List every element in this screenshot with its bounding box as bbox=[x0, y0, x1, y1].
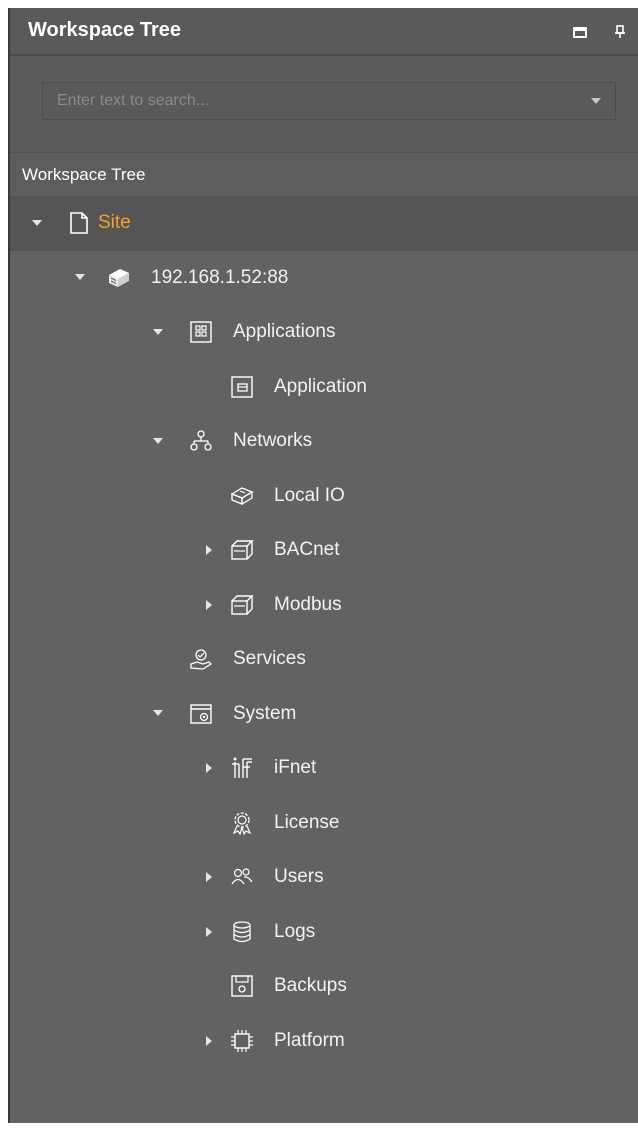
caret-down-icon bbox=[590, 97, 602, 105]
search-area bbox=[10, 56, 638, 152]
tree-node-label: Services bbox=[233, 648, 306, 669]
caret-collapsed-icon[interactable] bbox=[202, 1014, 216, 1069]
network-icon bbox=[188, 428, 214, 454]
device-icon bbox=[106, 265, 132, 291]
search-dropdown-button[interactable] bbox=[581, 83, 611, 119]
tree-node-label: Backups bbox=[274, 975, 347, 996]
tree-node-applications[interactable]: Applications bbox=[10, 305, 638, 360]
workspace-tree-panel: Workspace Tree Workspace Tree bbox=[8, 8, 638, 1123]
tree-node-modbus[interactable]: Modbus bbox=[10, 578, 638, 633]
tree-node-label: Application bbox=[274, 375, 367, 397]
caret-expanded-icon[interactable] bbox=[151, 305, 165, 360]
tree-node-backups[interactable]: Backups bbox=[10, 959, 638, 1014]
tree-node-label: Applications bbox=[233, 321, 336, 342]
caret-collapsed-icon[interactable] bbox=[202, 523, 216, 578]
caret-expanded-icon[interactable] bbox=[151, 414, 165, 469]
tree-node-label: Networks bbox=[233, 430, 313, 451]
tree-node-users[interactable]: Users bbox=[10, 850, 638, 905]
page-icon bbox=[66, 210, 92, 236]
caret-expanded-icon[interactable] bbox=[151, 687, 165, 742]
tree-node-label: Site bbox=[98, 212, 131, 233]
tree-node-label: License bbox=[274, 811, 340, 833]
tree-section-header: Workspace Tree bbox=[10, 152, 638, 196]
tree-node-platform[interactable]: Platform bbox=[10, 1014, 638, 1069]
tree-node-application[interactable]: Application bbox=[10, 360, 638, 415]
tree-node-label: 192.168.1.52:88 bbox=[151, 266, 289, 288]
caret-expanded-icon[interactable] bbox=[30, 196, 44, 251]
caret-collapsed-icon[interactable] bbox=[202, 741, 216, 796]
tree-node-label: Platform bbox=[274, 1029, 345, 1051]
pin-icon bbox=[615, 25, 625, 39]
search-input[interactable] bbox=[43, 83, 573, 119]
tree-node-label: Modbus bbox=[274, 593, 342, 615]
database-icon bbox=[229, 919, 255, 945]
services-icon bbox=[188, 646, 214, 672]
protocol-icon bbox=[229, 592, 255, 618]
pin-button[interactable] bbox=[610, 22, 630, 42]
maximize-icon bbox=[573, 26, 587, 38]
tree-node-host[interactable]: 192.168.1.52:88 bbox=[10, 251, 638, 306]
caret-collapsed-icon[interactable] bbox=[202, 578, 216, 633]
license-icon bbox=[229, 810, 255, 836]
caret-collapsed-icon[interactable] bbox=[202, 905, 216, 960]
tree-node-ifnet[interactable]: iFnet bbox=[10, 741, 638, 796]
tree-node-label: Logs bbox=[274, 920, 316, 942]
tree-node-system[interactable]: System bbox=[10, 687, 638, 742]
tree-node-label: BACnet bbox=[274, 539, 340, 560]
tree-node-bacnet[interactable]: BACnet bbox=[10, 523, 638, 578]
system-icon bbox=[188, 701, 214, 727]
tree-node-license[interactable]: License bbox=[10, 796, 638, 851]
panel-titlebar: Workspace Tree bbox=[10, 8, 638, 56]
maximize-button[interactable] bbox=[570, 22, 590, 42]
local-io-icon bbox=[229, 483, 255, 509]
tree-node-site[interactable]: Site bbox=[10, 196, 638, 251]
protocol-icon bbox=[229, 537, 255, 563]
users-icon bbox=[229, 864, 255, 890]
tree-node-label: Local IO bbox=[274, 484, 345, 506]
caret-expanded-icon[interactable] bbox=[73, 251, 87, 306]
application-icon bbox=[229, 374, 255, 400]
tree-node-local-io[interactable]: Local IO bbox=[10, 469, 638, 524]
floppy-icon bbox=[229, 973, 255, 999]
tree-node-services[interactable]: Services bbox=[10, 632, 638, 687]
tree-node-logs[interactable]: Logs bbox=[10, 905, 638, 960]
panel-title: Workspace Tree bbox=[28, 19, 182, 41]
tree-node-label: iFnet bbox=[274, 757, 317, 778]
tree-node-label: System bbox=[233, 702, 297, 724]
workspace-tree: Site 192.168.1.52:88 Applications Applic… bbox=[10, 196, 638, 1068]
section-header-label: Workspace Tree bbox=[22, 165, 146, 184]
search-box bbox=[42, 82, 616, 120]
tree-node-networks[interactable]: Networks bbox=[10, 414, 638, 469]
caret-collapsed-icon[interactable] bbox=[202, 850, 216, 905]
chip-icon bbox=[229, 1028, 255, 1054]
applications-icon bbox=[188, 319, 214, 345]
ifnet-icon bbox=[229, 755, 255, 781]
tree-node-label: Users bbox=[274, 866, 324, 887]
